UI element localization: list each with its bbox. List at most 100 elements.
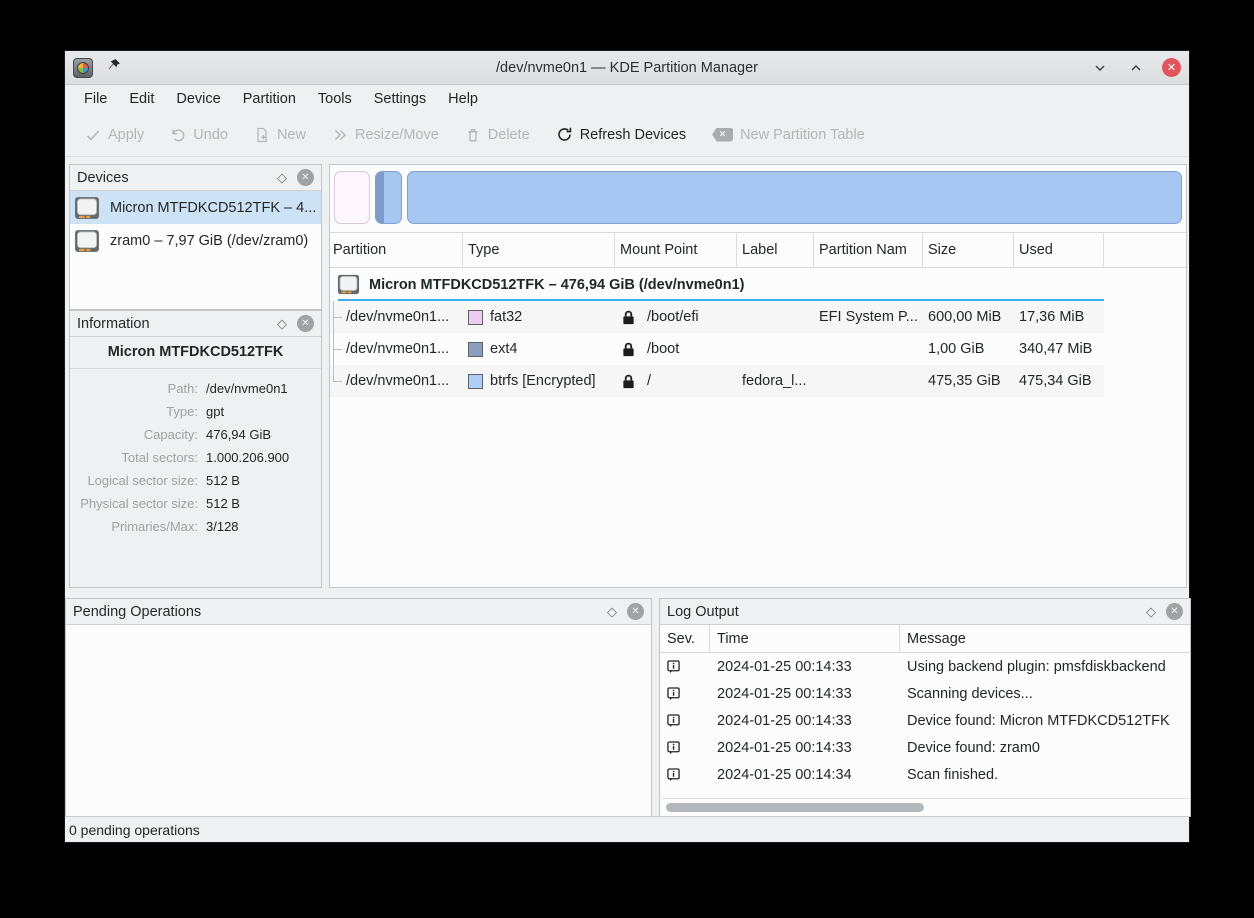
titlebar[interactable]: /dev/nvme0n1 — KDE Partition Manager ✕: [65, 51, 1189, 85]
undo-icon: [170, 127, 186, 143]
column-header-partition-name[interactable]: Partition Nam: [814, 233, 923, 267]
info-label: Total sectors:: [70, 446, 198, 469]
pending-operations-count: 0 pending operations: [69, 822, 200, 838]
window-title: /dev/nvme0n1 — KDE Partition Manager: [65, 60, 1189, 76]
float-panel-icon[interactable]: ◇: [277, 170, 287, 186]
info-value: 476,94 GiB: [206, 423, 321, 446]
partition-table-header: Partition Type Mount Point Label Partiti…: [330, 232, 1186, 268]
close-panel-icon[interactable]: ✕: [297, 315, 314, 332]
menubar: File Edit Device Partition Tools Setting…: [65, 85, 1189, 113]
new-button[interactable]: New: [254, 127, 306, 143]
check-icon: [85, 127, 101, 143]
pending-operations-title: Pending Operations: [73, 604, 201, 620]
close-button[interactable]: ✕: [1162, 58, 1181, 77]
log-column-message[interactable]: Message: [900, 625, 1190, 652]
float-panel-icon[interactable]: ◇: [277, 316, 287, 332]
column-header-label[interactable]: Label: [737, 233, 814, 267]
column-header-partition[interactable]: Partition: [330, 233, 463, 267]
horizontal-scrollbar[interactable]: [661, 798, 1189, 815]
overview-segment-ext4[interactable]: [375, 171, 402, 224]
device-list: Micron MTFDKCD512TFK – 4... zram0 – 7,97…: [70, 191, 321, 257]
lock-icon: [620, 310, 636, 325]
delete-button[interactable]: Delete: [465, 127, 530, 143]
menu-tools[interactable]: Tools: [307, 85, 363, 113]
maximize-button[interactable]: [1126, 58, 1146, 78]
new-document-icon: [254, 127, 270, 143]
partition-pie-glyph: [77, 62, 89, 74]
log-output-titlebar: Log Output ◇ ✕: [660, 599, 1190, 625]
devices-panel-titlebar: Devices ◇ ✕: [70, 165, 321, 191]
fs-color-swatch: [468, 374, 483, 389]
app-window: /dev/nvme0n1 — KDE Partition Manager ✕ F…: [64, 50, 1190, 843]
scrollbar-thumb[interactable]: [666, 803, 924, 812]
overview-segment-fat32[interactable]: [334, 171, 370, 224]
menu-edit[interactable]: Edit: [118, 85, 165, 113]
info-label: Type:: [70, 400, 198, 423]
menu-partition[interactable]: Partition: [232, 85, 307, 113]
partition-view-panel: Partition Type Mount Point Label Partiti…: [329, 164, 1187, 588]
log-row[interactable]: 2024-01-25 00:14:33 Device found: Micron…: [660, 707, 1190, 734]
info-label: Capacity:: [70, 423, 198, 446]
close-panel-icon[interactable]: ✕: [627, 603, 644, 620]
device-item-zram0[interactable]: zram0 – 7,97 GiB (/dev/zram0): [70, 224, 321, 257]
device-overview-bar: [330, 165, 1186, 232]
log-row[interactable]: 2024-01-25 00:14:33 Scanning devices...: [660, 680, 1190, 707]
menu-file[interactable]: File: [73, 85, 118, 113]
log-column-severity[interactable]: Sev.: [660, 625, 710, 652]
partition-row-fat32[interactable]: /dev/nvme0n1... fat32 /boot/efi EFI Syst…: [330, 301, 1104, 333]
log-column-time[interactable]: Time: [710, 625, 900, 652]
apply-button[interactable]: Apply: [85, 127, 144, 143]
info-device-name: Micron MTFDKCD512TFK: [70, 337, 321, 369]
log-output-title: Log Output: [667, 604, 739, 620]
harddrive-icon: [74, 195, 100, 221]
menu-device[interactable]: Device: [165, 85, 231, 113]
group-underline: [338, 299, 1104, 301]
column-header-used[interactable]: Used: [1014, 233, 1104, 267]
partition-row-btrfs[interactable]: /dev/nvme0n1... btrfs [Encrypted] / fedo…: [330, 365, 1104, 397]
close-panel-icon[interactable]: ✕: [297, 169, 314, 186]
tree-branch: [333, 365, 346, 397]
partition-row-ext4[interactable]: /dev/nvme0n1... ext4 /boot 1,00 GiB 340,…: [330, 333, 1104, 365]
menu-settings[interactable]: Settings: [363, 85, 437, 113]
info-severity-icon: [660, 687, 710, 701]
used-space-strip: [376, 172, 384, 223]
info-value: gpt: [206, 400, 321, 423]
info-severity-icon: [660, 714, 710, 728]
new-partition-table-button[interactable]: ✕ New Partition Table: [712, 127, 865, 143]
column-header-size[interactable]: Size: [923, 233, 1014, 267]
fs-color-swatch: [468, 342, 483, 357]
device-item-micron[interactable]: Micron MTFDKCD512TFK – 4...: [70, 191, 321, 224]
log-row[interactable]: 2024-01-25 00:14:33 Device found: zram0: [660, 734, 1190, 761]
log-row[interactable]: 2024-01-25 00:14:34 Scan finished.: [660, 761, 1190, 788]
devices-panel-title: Devices: [77, 170, 129, 186]
info-value: 1.000.206.900: [206, 446, 321, 469]
device-group-row[interactable]: Micron MTFDKCD512TFK – 476,94 GiB (/dev/…: [330, 268, 1104, 301]
info-severity-icon: [660, 660, 710, 674]
refresh-icon: [556, 126, 573, 143]
close-panel-icon[interactable]: ✕: [1166, 603, 1183, 620]
info-label: Logical sector size:: [70, 469, 198, 492]
clear-table-icon: ✕: [712, 128, 733, 142]
float-panel-icon[interactable]: ◇: [1146, 604, 1156, 620]
app-icon: [73, 58, 93, 78]
minimize-button[interactable]: [1090, 58, 1110, 78]
float-panel-icon[interactable]: ◇: [607, 604, 617, 620]
log-table-header: Sev. Time Message: [660, 625, 1190, 653]
info-label: Path:: [70, 377, 198, 400]
column-header-type[interactable]: Type: [463, 233, 615, 267]
column-header-mount-point[interactable]: Mount Point: [615, 233, 737, 267]
log-row[interactable]: 2024-01-25 00:14:33 Using backend plugin…: [660, 653, 1190, 680]
menu-help[interactable]: Help: [437, 85, 489, 113]
overview-segment-btrfs[interactable]: [407, 171, 1182, 224]
information-body: Micron MTFDKCD512TFK Path: /dev/nvme0n1 …: [70, 337, 321, 587]
pin-icon[interactable]: [107, 58, 121, 77]
pending-operations-panel: Pending Operations ◇ ✕: [65, 598, 652, 817]
info-value: /dev/nvme0n1: [206, 377, 321, 400]
resize-move-button[interactable]: Resize/Move: [332, 127, 439, 143]
refresh-devices-button[interactable]: Refresh Devices: [556, 126, 686, 143]
toolbar: Apply Undo New Resize/Move Delete Refres…: [65, 113, 1189, 157]
undo-button[interactable]: Undo: [170, 127, 228, 143]
pending-operations-titlebar: Pending Operations ◇ ✕: [66, 599, 651, 625]
info-label: Primaries/Max:: [70, 515, 198, 538]
tree-branch: [333, 333, 346, 365]
